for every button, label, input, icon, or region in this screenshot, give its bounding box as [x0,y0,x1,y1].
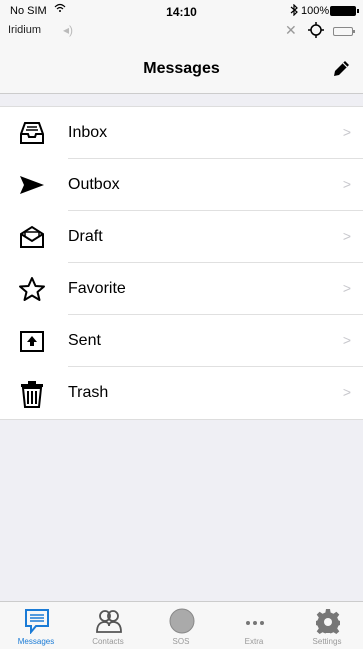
folder-label: Sent [68,332,101,349]
satellite-icon: ✕ [285,22,297,38]
more-dots-icon [242,608,268,634]
draft-envelope-icon [18,224,46,250]
message-icon [24,608,50,635]
tab-contacts[interactable]: Contacts [72,602,144,649]
gear-icon [315,608,341,634]
tab-label: Settings [312,637,342,646]
send-arrow-icon [18,172,46,198]
trash-icon [18,380,46,408]
iridium-label: Iridium [8,24,42,36]
chevron-right-icon: > [342,124,351,140]
battery-icon [330,6,359,16]
folder-item-favorite[interactable]: Favorite > [0,263,363,315]
folder-item-trash[interactable]: Trash > [0,367,363,419]
folder-item-outbox[interactable]: Outbox > [0,159,363,211]
folder-item-inbox[interactable]: Inbox > [0,107,363,159]
chevron-right-icon: > [342,280,351,296]
folder-label: Inbox [68,124,108,141]
folder-label: Draft [68,228,103,245]
contacts-icon [96,608,122,634]
chevron-right-icon: > [342,176,351,192]
sos-circle-icon [169,608,195,634]
tab-bar: Messages Contacts SOS Extra Settings [0,601,363,649]
page-title: Messages [143,60,220,77]
folder-item-draft[interactable]: Draft > [0,211,363,263]
folder-item-sent[interactable]: Sent > [0,315,363,367]
compose-pencil-icon[interactable] [330,58,352,80]
folder-list: Inbox > Outbox > Draft > Favorite > Sent… [0,106,363,420]
battery-percent: 100% [301,5,330,17]
iridium-bar: Iridium ◂) ✕ [0,22,363,44]
tab-label: Extra [244,637,264,646]
device-battery-icon [333,27,355,36]
folder-label: Outbox [68,176,120,193]
chevron-right-icon: > [342,228,351,244]
folder-label: Favorite [68,280,126,297]
star-icon [18,276,46,302]
tab-messages[interactable]: Messages [0,602,72,649]
nav-bar: Messages [0,44,363,94]
bluetooth-icon [290,3,298,19]
tab-settings[interactable]: Settings [291,602,363,649]
inbox-icon [18,120,46,146]
tab-sos[interactable]: SOS [145,602,217,649]
folder-label: Trash [68,384,109,401]
chevron-right-icon: > [342,332,351,348]
tab-label: SOS [172,637,190,646]
tab-extra[interactable]: Extra [218,602,290,649]
tab-label: Contacts [92,637,124,646]
chevron-right-icon: > [342,384,351,400]
upload-box-icon [18,328,46,354]
tab-label: Messages [17,637,55,646]
status-bar: No SIM 14:10 100% [0,0,363,22]
volume-icon: ◂) [63,23,74,37]
gps-icon [307,21,325,44]
